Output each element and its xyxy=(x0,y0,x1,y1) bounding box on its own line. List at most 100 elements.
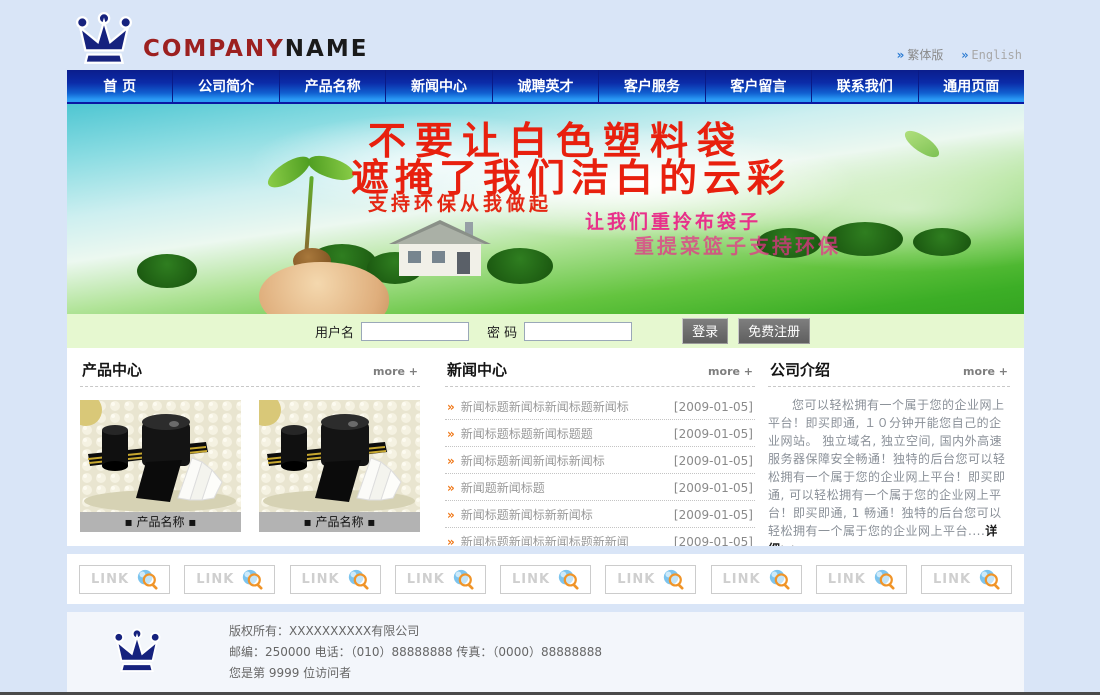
arrow-icon: » xyxy=(447,508,455,522)
main-nav: 首 页 公司简介 产品名称 新闻中心 诚聘英才 客户服务 客户留言 联系我们 通… xyxy=(67,70,1024,104)
hands-shape xyxy=(259,262,389,314)
visitor-counter: 您是第 9999 位访问者 xyxy=(229,663,602,684)
product-center-section: 产品中心 more + xyxy=(80,348,420,546)
nav-item-contact[interactable]: 联系我们 xyxy=(811,70,917,102)
news-date: [2009-01-05] xyxy=(674,535,753,547)
friend-link[interactable]: LINK xyxy=(921,565,1012,594)
tree-shape xyxy=(137,254,197,288)
contact-line: 邮编：250000 电话：（010）88888888 传真：（0000）8888… xyxy=(229,642,602,663)
news-date: [2009-01-05] xyxy=(674,481,753,495)
about-more-link[interactable]: more + xyxy=(963,365,1008,378)
friend-links-strip: LINK LINK LINK LINK xyxy=(67,554,1024,604)
nav-item-news[interactable]: 新闻中心 xyxy=(385,70,491,102)
product-center-title: 产品中心 xyxy=(82,359,142,380)
product-photo xyxy=(259,400,420,512)
products-more-link[interactable]: more + xyxy=(373,365,418,378)
nav-item-service[interactable]: 客户服务 xyxy=(598,70,704,102)
company-intro-section: 公司介绍 more + 您可以轻松拥有一个属于您的企业网上平台！即买即通, １０… xyxy=(768,348,1010,546)
news-item[interactable]: » 新闻标题标题新闻标题题 [2009-01-05] xyxy=(445,420,755,447)
news-date: [2009-01-05] xyxy=(674,454,753,468)
password-input[interactable] xyxy=(524,322,632,341)
brand-name: NAME xyxy=(285,36,369,62)
nav-item-products[interactable]: 产品名称 xyxy=(279,70,385,102)
nav-item-about[interactable]: 公司简介 xyxy=(172,70,278,102)
arrow-icon: » xyxy=(447,481,455,495)
globe-search-icon xyxy=(873,568,895,590)
nav-item-jobs[interactable]: 诚聘英才 xyxy=(492,70,598,102)
globe-search-icon xyxy=(452,568,474,590)
username-input[interactable] xyxy=(361,322,469,341)
product-center-header: 产品中心 more + xyxy=(80,348,420,387)
crown-logo-icon[interactable] xyxy=(73,12,135,68)
arrow-icon: » xyxy=(447,427,455,441)
news-list: » 新闻标题新闻标新闻标题新闻标 [2009-01-05] » 新闻标题标题新闻… xyxy=(445,393,755,546)
register-button[interactable]: 免费注册 xyxy=(738,318,810,344)
product-photo xyxy=(80,400,241,512)
friend-link[interactable]: LINK xyxy=(605,565,696,594)
news-center-title: 新闻中心 xyxy=(447,359,507,380)
globe-search-icon xyxy=(347,568,369,590)
crown-logo-icon xyxy=(111,628,163,676)
news-item[interactable]: » 新闻标题新闻标新新闻标 [2009-01-05] xyxy=(445,501,755,528)
site-footer: 版权所有：XXXXXXXXXX有限公司 邮编：250000 电话：（010）88… xyxy=(67,612,1024,692)
hero-banner: 不要让白色塑料袋 遮掩了我们洁白的云彩 支持环保从我做起 让我们重拎布袋子 重提… xyxy=(67,104,1024,314)
company-intro-text: 您可以轻松拥有一个属于您的企业网上平台！即买即通, １０分钟开能您自己的企业网站… xyxy=(768,396,1010,546)
lang-traditional-link[interactable]: »繁体版 xyxy=(897,48,944,62)
banner-slogan-2: 重提菜篮子支持环保 xyxy=(634,230,841,259)
globe-search-icon xyxy=(662,568,684,590)
lang-english-link[interactable]: »English xyxy=(961,48,1022,62)
news-item[interactable]: » 新闻标题新闻标新闻标题新闻标 [2009-01-05] xyxy=(445,393,755,420)
login-button[interactable]: 登录 xyxy=(682,318,728,344)
page-container: COMPANYNAME »繁体版 »English 首 页 公司简介 产品名称 … xyxy=(67,10,1024,692)
login-bar: 用户名 密 码 登录 免费注册 xyxy=(67,314,1024,348)
friend-link[interactable]: LINK xyxy=(79,565,170,594)
site-header: COMPANYNAME »繁体版 »English xyxy=(67,10,1024,70)
friend-link[interactable]: LINK xyxy=(184,565,275,594)
tree-shape xyxy=(913,228,971,256)
double-arrow-icon: » xyxy=(897,48,905,62)
friend-link[interactable]: LINK xyxy=(500,565,591,594)
news-item[interactable]: » 新闻标题新闻标新闻标题新新闻 [2009-01-05] xyxy=(445,528,755,546)
username-label: 用户名 xyxy=(315,322,354,341)
leaf-icon xyxy=(901,127,944,161)
news-item[interactable]: » 新闻标题新闻新闻标新闻标 [2009-01-05] xyxy=(445,447,755,474)
news-date: [2009-01-05] xyxy=(674,508,753,522)
copyright-line: 版权所有：XXXXXXXXXX有限公司 xyxy=(229,621,602,642)
arrow-icon: » xyxy=(447,400,455,414)
nav-item-feedback[interactable]: 客户留言 xyxy=(705,70,811,102)
nav-item-home[interactable]: 首 页 xyxy=(67,70,172,102)
stem-shape xyxy=(304,176,313,254)
news-center-header: 新闻中心 more + xyxy=(445,348,755,387)
language-switcher: »繁体版 »English xyxy=(883,46,1022,63)
product-caption: ▪ 产品名称 ▪ xyxy=(80,512,241,532)
friend-link[interactable]: LINK xyxy=(290,565,381,594)
friend-link[interactable]: LINK xyxy=(711,565,802,594)
product-card[interactable]: ▪ 产品名称 ▪ xyxy=(259,400,420,532)
tree-shape xyxy=(487,248,553,284)
nav-item-general[interactable]: 通用页面 xyxy=(918,70,1024,102)
globe-search-icon xyxy=(978,568,1000,590)
news-date: [2009-01-05] xyxy=(674,400,753,414)
product-card[interactable]: ▪ 产品名称 ▪ xyxy=(80,400,241,532)
password-label: 密 码 xyxy=(487,322,517,341)
arrow-icon: » xyxy=(447,535,455,547)
friend-link[interactable]: LINK xyxy=(395,565,486,594)
main-content: 产品中心 more + xyxy=(67,348,1024,546)
double-arrow-icon: » xyxy=(961,48,968,62)
globe-search-icon xyxy=(768,568,790,590)
product-caption: ▪ 产品名称 ▪ xyxy=(259,512,420,532)
globe-search-icon xyxy=(557,568,579,590)
leaf-shape xyxy=(264,149,314,194)
company-intro-header: 公司介绍 more + xyxy=(768,348,1010,387)
news-more-link[interactable]: more + xyxy=(708,365,753,378)
news-item[interactable]: » 新闻题新闻标题 [2009-01-05] xyxy=(445,474,755,501)
product-list: ▪ 产品名称 ▪ xyxy=(80,400,420,532)
brand-company: COMPANY xyxy=(143,36,285,62)
banner-subline: 支持环保从我做起 xyxy=(368,189,552,216)
globe-search-icon xyxy=(136,568,158,590)
news-center-section: 新闻中心 more + » 新闻标题新闻标新闻标题新闻标 [2009-01-05… xyxy=(445,348,755,546)
footer-text: 版权所有：XXXXXXXXXX有限公司 邮编：250000 电话：（010）88… xyxy=(229,621,602,684)
arrow-icon: » xyxy=(447,454,455,468)
company-name-title: COMPANYNAME xyxy=(143,36,368,62)
friend-link[interactable]: LINK xyxy=(816,565,907,594)
